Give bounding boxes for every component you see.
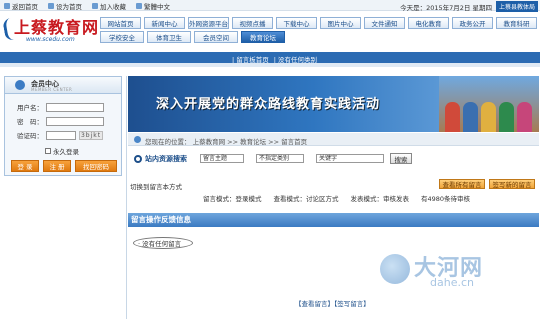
date-text: 今天是：2015年7月2日 星期四: [400, 3, 492, 12]
top-link-label: 设为首页: [56, 3, 82, 11]
main-nav: 网站首页 新闻中心 外网资源平台 视频点播 下载中心 图片中心 文件通知 电化教…: [100, 17, 540, 44]
captcha-input[interactable]: [46, 130, 76, 140]
username-input[interactable]: [46, 102, 104, 112]
photo-figure: [463, 102, 478, 132]
top-link-home[interactable]: 返回首页: [4, 1, 38, 11]
password-label: 密 码：: [17, 118, 43, 126]
photo-figure: [499, 102, 514, 132]
nav-tab-etv[interactable]: 电化教育: [408, 17, 449, 29]
search-icon: [134, 155, 142, 163]
nav-tab-images[interactable]: 图片中心: [320, 17, 361, 29]
campaign-banner: 深入开展党的群众路线教育实践活动: [128, 76, 539, 132]
top-link-label: 加入收藏: [100, 3, 126, 11]
top-link-traditional[interactable]: 繁體中文: [136, 1, 170, 11]
username-label: 用户名：: [17, 104, 43, 112]
nav-tab-health[interactable]: 体育卫生: [147, 31, 191, 43]
member-center-subtitle: MEMBER CENTER: [31, 87, 73, 92]
nav-tab-notices[interactable]: 文件通知: [364, 17, 405, 29]
member-buttons: 登 录 注 册 找回密码: [11, 160, 117, 172]
photo-figure: [481, 102, 496, 132]
search-field-select[interactable]: 留言主题: [200, 154, 244, 163]
bottom-links[interactable]: 【查看留言】【签写留言】: [295, 298, 370, 308]
site-search: 站内资源搜索 留言主题 不指定类别 关键字 搜索: [128, 150, 539, 168]
mode-pending: 有4980条待审核: [421, 195, 471, 203]
home-icon: [4, 3, 10, 9]
feedback-section-title: 留言操作反馈信息: [128, 213, 539, 227]
top-bar: 返回首页 设为首页 加入收藏 繁體中文 今天是：2015年7月2日 星期四 上蔡…: [0, 0, 540, 12]
search-button[interactable]: 搜索: [390, 153, 412, 164]
nav-tab-download[interactable]: 下载中心: [276, 17, 317, 29]
member-center-header: 会员中心 MEMBER CENTER: [5, 77, 121, 94]
bureau-badge[interactable]: 上蔡县教体局: [495, 1, 538, 12]
write-message-button[interactable]: 签写新的留言: [489, 179, 535, 189]
mode-post: 发表模式：审核发表: [350, 195, 410, 203]
site-logo[interactable]: 上蔡教育网 www.scedu.com: [2, 14, 104, 50]
photo-figure: [517, 102, 532, 132]
nav-tab-research[interactable]: 教育科研: [496, 17, 537, 29]
sub-nav-divider: [0, 63, 540, 67]
nav-row-2: 学校安全 体育卫生 会员空间 教育论坛: [100, 31, 540, 44]
remember-me[interactable]: 永久登录: [45, 146, 79, 156]
nav-tab-news[interactable]: 新闻中心: [144, 17, 185, 29]
banner-text: 深入开展党的群众路线教育实践活动: [156, 97, 381, 112]
breadcrumb: 您现在的位置： 上蔡教育网 >> 教育论坛 >> 留言首页: [128, 133, 539, 146]
top-links: 返回首页 设为首页 加入收藏 繁體中文: [4, 1, 170, 11]
nav-tab-home[interactable]: 网站首页: [100, 17, 141, 29]
remember-label: 永久登录: [53, 148, 79, 156]
nav-tab-safety[interactable]: 学校安全: [100, 31, 144, 43]
no-messages-text: · 没有任何留言: [133, 237, 193, 249]
nav-tab-video[interactable]: 视频点播: [232, 17, 273, 29]
globe-icon: [136, 3, 142, 9]
sub-nav-items: | 留言板首页 | 没有任何类别: [232, 54, 317, 64]
top-link-label: 繁體中文: [144, 3, 170, 11]
captcha-row: 验证码： 3bjkt: [15, 130, 103, 140]
login-button[interactable]: 登 录: [11, 160, 39, 172]
captcha-label: 验证码：: [17, 132, 43, 140]
password-row: 密 码：: [15, 116, 104, 126]
breadcrumb-text[interactable]: 您现在的位置： 上蔡教育网 >> 教育论坛 >> 留言首页: [145, 136, 307, 146]
register-button[interactable]: 注 册: [43, 160, 71, 172]
top-link-favorite[interactable]: 加入收藏: [92, 1, 126, 11]
password-input[interactable]: [46, 116, 104, 126]
nav-tab-member-space[interactable]: 会员空间: [194, 31, 238, 43]
house-icon: [48, 3, 54, 9]
top-link-label: 返回首页: [12, 3, 38, 11]
search-category-select[interactable]: 不指定类别: [256, 154, 304, 163]
remember-checkbox[interactable]: [45, 148, 51, 154]
logo-url: www.scedu.com: [26, 36, 75, 43]
nav-tab-government[interactable]: 政务公开: [452, 17, 493, 29]
nav-tab-forum[interactable]: 教育论坛: [241, 31, 285, 43]
view-all-messages-button[interactable]: 查看所有留言: [439, 179, 485, 189]
search-label-text: 站内资源搜索: [145, 155, 187, 163]
mode-info: 留言模式：登录模式 查看模式：讨论区方式 发表模式：审核发表 有4980条待审核: [203, 193, 470, 203]
member-center-panel: 会员中心 MEMBER CENTER 用户名： 密 码： 验证码： 3bjkt …: [4, 76, 122, 176]
member-icon: [15, 80, 25, 90]
watermark: 大河网 dahe.cn: [380, 238, 540, 319]
mode-view: 查看模式：讨论区方式: [273, 195, 339, 203]
watermark-globe-icon: [380, 254, 410, 284]
switch-mode-link[interactable]: 切换到留言本方式: [130, 181, 182, 191]
photo-figure: [445, 102, 460, 132]
star-icon: [92, 3, 98, 9]
nav-tab-resources[interactable]: 外网资源平台: [188, 17, 229, 29]
top-link-sethome[interactable]: 设为首页: [48, 1, 82, 11]
logo-title: 上蔡教育网: [14, 18, 100, 37]
sub-nav-board-home[interactable]: | 留言板首页: [232, 54, 269, 64]
recover-password-button[interactable]: 找回密码: [75, 160, 117, 172]
watermark-url: dahe.cn: [430, 276, 474, 289]
search-keyword-input[interactable]: 关键字: [316, 154, 384, 163]
banner-photo: [439, 76, 539, 132]
captcha-image[interactable]: 3bjkt: [79, 130, 103, 140]
search-label: 站内资源搜索: [134, 154, 187, 164]
nav-row-1: 网站首页 新闻中心 外网资源平台 视频点播 下载中心 图片中心 文件通知 电化教…: [100, 17, 540, 30]
mode-login: 留言模式：登录模式: [203, 195, 262, 203]
sub-nav: | 留言板首页 | 没有任何类别: [0, 52, 540, 67]
sub-nav-no-category[interactable]: | 没有任何类别: [274, 54, 317, 64]
username-row: 用户名：: [15, 102, 104, 112]
breadcrumb-home-icon: [134, 136, 141, 143]
